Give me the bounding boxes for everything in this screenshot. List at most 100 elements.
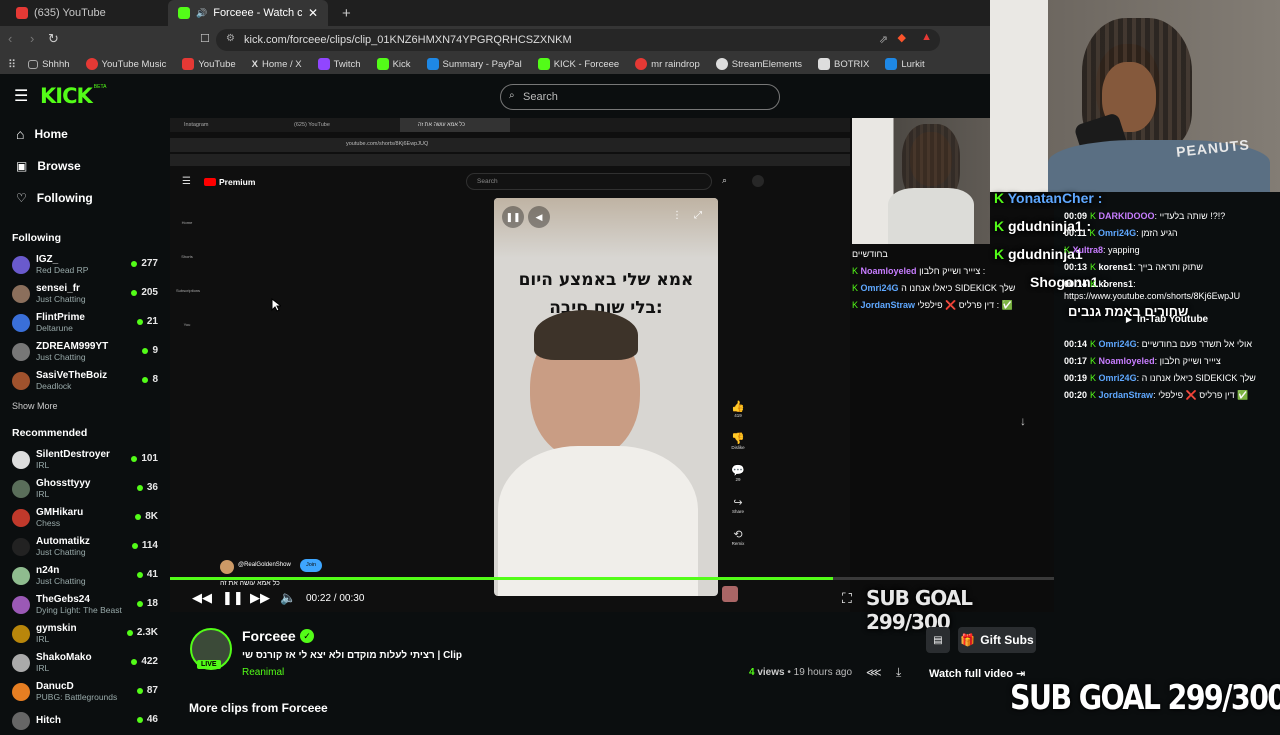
channel-avatar — [12, 682, 30, 701]
chat-username[interactable]: korens1 — [1099, 279, 1134, 289]
channel-item[interactable]: sensei_fr Just Chatting 205 — [0, 279, 170, 308]
in-tab-youtube-button[interactable]: ▶ In-Tab Youtube — [1064, 310, 1270, 328]
channel-item[interactable]: gymskin IRL 2.3K — [0, 619, 170, 648]
forward-icon[interactable]: › — [30, 31, 34, 46]
scroll-down-icon[interactable]: ↓ — [1020, 414, 1026, 428]
heart-icon: ♡ — [16, 191, 27, 205]
bookmark-item[interactable]: YouTube Music — [85, 58, 166, 70]
channel-item[interactable]: SasiVeTheBoiz Deadlock 8 — [0, 366, 170, 395]
bookmark-item[interactable]: StreamElements — [715, 58, 802, 70]
bookmark-item[interactable]: KICK - Forceee — [537, 58, 619, 70]
share-icon[interactable]: ⇗ — [879, 33, 888, 46]
like-icon: 👍 — [731, 401, 745, 413]
url-input[interactable]: ⚙ kick.com/forceee/clips/clip_01KNZ6HMXN… — [216, 29, 940, 51]
search-input[interactable]: ⌕ Search — [500, 84, 780, 110]
chat-username[interactable]: Omri24G — [1099, 339, 1137, 349]
forward-icon[interactable]: ▶▶ — [250, 590, 270, 606]
brave-rewards-icon[interactable]: ▲ — [921, 31, 932, 43]
chat-text: כיאלו אנחנו ה SIDEKICK שלך — [1141, 373, 1256, 383]
bookmark-item[interactable]: X Home / X — [252, 59, 302, 70]
clip-crop-icon[interactable]: ⛶ — [842, 590, 852, 607]
following-section-header: Following — [12, 232, 61, 244]
viewer-count: 422 — [131, 656, 158, 667]
chat-username[interactable]: Xultra8 — [1073, 245, 1104, 255]
captured-chat-line: K Noamloyeled ציייר ושייק חלבון : — [852, 266, 986, 276]
bookmark-item[interactable]: Shhhh — [28, 59, 70, 70]
channel-item[interactable]: ShakoMako IRL 422 — [0, 648, 170, 677]
channel-category: Deadlock — [36, 381, 72, 391]
kick-header: ☰ KICK BETA ⌕ Search — [0, 74, 990, 118]
live-dot-icon — [136, 484, 143, 491]
channel-item[interactable]: DanucD PUBG: Battlegrounds 87 — [0, 677, 170, 706]
channel-item[interactable]: SilentDestroyer IRL 101 — [0, 445, 170, 474]
kick-favicon-icon — [178, 7, 190, 19]
chat-username[interactable]: korens1 — [1099, 262, 1134, 272]
kick-logo[interactable]: KICK BETA — [40, 84, 106, 108]
channel-category: Just Chatting — [36, 352, 86, 362]
chat-username[interactable]: Omri24G — [1098, 228, 1136, 238]
bookmark-item[interactable]: Summary - PayPal — [426, 58, 522, 70]
recommended-list: SilentDestroyer IRL 101 Ghossttyyy IRL 36 GMHi… — [0, 445, 170, 735]
bookmark-item[interactable]: BOTRIX — [817, 58, 869, 70]
bookmark-item[interactable]: Kick — [376, 58, 411, 70]
rewind-icon[interactable]: ◀◀ — [192, 590, 212, 606]
channel-item[interactable]: ZDREAM999YT Just Chatting 9 — [0, 337, 170, 366]
gift-icon-button[interactable]: ▤ — [926, 627, 950, 653]
bookmark-item[interactable]: Lurkit — [885, 58, 925, 70]
gift-subs-button[interactable]: 🎁 Gift Subs — [958, 627, 1036, 653]
download-icon[interactable]: ⤓ — [896, 665, 901, 680]
bookmark-star-icon[interactable]: ☐ — [200, 32, 210, 45]
kick-icon — [537, 58, 550, 70]
chat-username[interactable]: DARKIDOOO — [1099, 211, 1155, 221]
site-info-icon[interactable]: ⚙ — [226, 33, 235, 44]
channel-item[interactable]: GMHikaru Chess 8K — [0, 503, 170, 532]
volume-icon[interactable]: 🔈 — [280, 590, 296, 606]
channel-item[interactable]: Ghossttyyy IRL 36 — [0, 474, 170, 503]
search-icon: ⌕ — [509, 90, 515, 101]
clip-category-link[interactable]: Reanimal — [242, 667, 284, 678]
chat-username[interactable]: JordanStraw — [1099, 390, 1154, 400]
channel-avatar — [12, 508, 30, 527]
pause-icon[interactable]: ❚❚ — [222, 590, 244, 606]
nested-youtube-logo-icon — [204, 178, 216, 186]
apps-grid-icon[interactable]: ⠿ — [8, 58, 16, 71]
channel-name[interactable]: Forceee — [242, 628, 296, 644]
chat-username[interactable]: Noamloyeled — [1099, 356, 1155, 366]
chat-message: 00:14 K Omri24G: אולי אל תשדר פעם בחודשיי… — [1064, 339, 1252, 349]
nav-home[interactable]: ⌂ Home — [0, 118, 170, 150]
kick-badge-icon: K — [852, 300, 861, 310]
browser-tab-youtube[interactable]: (635) YouTube — [6, 0, 170, 26]
channel-item[interactable]: n24n Just Chatting 41 — [0, 561, 170, 590]
new-tab-button[interactable]: + — [332, 0, 361, 26]
clip-stats: 4 views • 19 hours ago — [749, 667, 853, 678]
show-more-link[interactable]: Show More — [0, 401, 170, 411]
live-dot-icon — [142, 347, 149, 354]
bookmark-item[interactable]: YouTube — [182, 58, 236, 70]
channel-item[interactable]: Automatikz Just Chatting 114 — [0, 532, 170, 561]
bookmark-item[interactable]: Twitch — [317, 58, 361, 70]
share-clip-icon[interactable]: ⋘ — [866, 666, 882, 679]
channel-item[interactable]: Hitch 46 — [0, 706, 170, 735]
nested-youtube-window: Instagram (625) YouTube כל אמא עושה את ז… — [170, 118, 850, 612]
brave-shield-icon[interactable]: ◆ — [898, 31, 906, 44]
viewer-count: 277 — [131, 258, 158, 269]
back-icon[interactable]: ‹ — [8, 31, 12, 46]
dislike-icon: 👎 — [731, 433, 745, 445]
channel-item[interactable]: TheGebs24 Dying Light: The Beast 18 — [0, 590, 170, 619]
live-dot-icon — [126, 629, 133, 636]
close-tab-icon[interactable]: ✕ — [308, 6, 318, 20]
player-controls: ◀◀ ❚❚ ▶▶ 🔈 00:22 / 00:30 ⛶ SUB GOAL 299/… — [170, 578, 1054, 634]
reload-icon[interactable]: ↻ — [48, 31, 59, 47]
nav-following[interactable]: ♡ Following — [0, 182, 170, 214]
channel-item[interactable]: FlintPrime Deltarune 21 — [0, 308, 170, 337]
hamburger-menu-icon[interactable]: ☰ — [14, 86, 28, 106]
bookmark-item[interactable]: mr raindrop — [635, 58, 700, 70]
nav-browse[interactable]: ▣ Browse — [0, 150, 170, 182]
chat-username[interactable]: Omri24G — [1099, 373, 1137, 383]
chat-text: שתוק ותראה בייך — [1138, 262, 1203, 272]
channel-item[interactable]: IGZ_ Red Dead RP 277 — [0, 250, 170, 279]
chat-text: https://www.youtube.com/shorts/8Kj6EwpJU — [1064, 291, 1241, 301]
short-wall-bg — [494, 198, 718, 258]
browser-tab-kick[interactable]: 🔊 Forceee - Watch clips on Kick ✕ — [168, 0, 328, 26]
channel-category: Dying Light: The Beast — [36, 605, 122, 615]
